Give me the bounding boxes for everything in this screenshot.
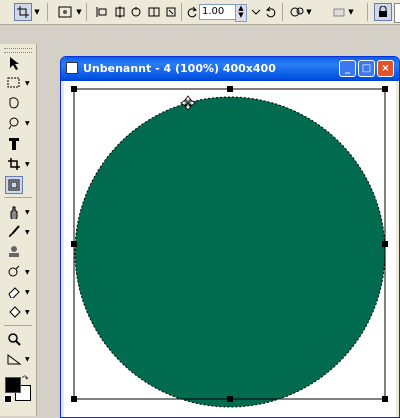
swap-colors-icon[interactable]: ↷ xyxy=(22,374,29,383)
document-icon xyxy=(66,62,78,74)
green-circle[interactable] xyxy=(74,96,386,408)
arrow-tool-icon[interactable] xyxy=(5,54,23,72)
toolbar-divider xyxy=(181,3,182,21)
rotate-right-icon[interactable] xyxy=(262,3,280,21)
options-dropdown-icon[interactable]: ▼ xyxy=(305,3,313,21)
toolbar-divider xyxy=(367,3,368,21)
handle-top xyxy=(227,86,233,92)
rotation-spinner[interactable]: ▲ ▼ xyxy=(235,4,247,22)
close-button[interactable]: × xyxy=(377,60,394,77)
brush-icon[interactable] xyxy=(5,223,23,241)
toolbox-divider xyxy=(4,197,32,198)
deform-icon[interactable] xyxy=(56,3,74,21)
crop-dropdown-icon[interactable]: ▼ xyxy=(25,162,31,168)
top-toolbar: ▼ ▼ 1.00 ▲ ▼ ▼ ▼ xyxy=(0,0,400,25)
canvas-svg xyxy=(71,86,388,408)
toolbar-divider xyxy=(86,3,87,21)
handle-right xyxy=(382,241,388,247)
deform-tool-icon[interactable] xyxy=(5,176,23,194)
dropper-dropdown-icon[interactable]: ▼ xyxy=(25,210,31,216)
selection-tool-icon[interactable] xyxy=(5,74,23,92)
lock-icon[interactable] xyxy=(374,3,392,21)
retouch-icon[interactable] xyxy=(5,263,23,281)
reset-colors-icon[interactable] xyxy=(4,395,12,403)
paint-bucket-icon[interactable] xyxy=(5,303,23,321)
align-left-icon[interactable] xyxy=(93,3,111,21)
clone-stamp-icon[interactable] xyxy=(5,243,23,261)
toolbox-divider xyxy=(4,325,32,326)
freehand-selection-icon[interactable] xyxy=(5,94,23,112)
dropper-icon[interactable] xyxy=(5,203,23,221)
document-window: Unbenannt - 4 (100%) 400x400 _ □ × xyxy=(60,56,400,418)
crop-tool-icon[interactable] xyxy=(14,3,32,21)
straighten-icon[interactable] xyxy=(5,350,23,368)
eraser-dropdown-icon[interactable]: ▼ xyxy=(25,290,31,296)
handle-top-left xyxy=(71,86,77,92)
minimize-button[interactable]: _ xyxy=(339,60,356,77)
handle-bottom xyxy=(227,396,233,402)
crop-dropdown-icon[interactable]: ▼ xyxy=(33,3,41,21)
wand-dropdown-icon[interactable]: ▼ xyxy=(25,121,31,127)
layer-dropdown-icon[interactable]: ▼ xyxy=(347,3,355,21)
retouch-dropdown-icon[interactable]: ▼ xyxy=(25,270,31,276)
magic-wand-icon[interactable] xyxy=(5,114,23,132)
maximize-button[interactable]: □ xyxy=(358,60,375,77)
rotate-icon[interactable] xyxy=(127,3,145,21)
options-icon[interactable] xyxy=(288,3,306,21)
rotation-value-input[interactable]: 1.00 xyxy=(199,4,237,20)
straighten-dropdown-icon[interactable]: ▼ xyxy=(25,357,31,363)
toolbar-overflow[interactable] xyxy=(394,3,400,23)
handle-left xyxy=(71,241,77,247)
foreground-color-swatch[interactable] xyxy=(5,377,21,393)
selection-dropdown-icon[interactable]: ▼ xyxy=(25,81,31,87)
zoom-icon[interactable] xyxy=(5,330,23,348)
layer-icon[interactable] xyxy=(330,3,348,21)
reset-icon[interactable] xyxy=(162,3,180,21)
eraser-icon[interactable] xyxy=(5,283,23,301)
handle-bottom-left xyxy=(71,396,77,402)
toolbox-grip[interactable] xyxy=(4,48,32,53)
deform-dropdown-icon[interactable]: ▼ xyxy=(75,3,83,21)
flip-icon[interactable] xyxy=(145,3,163,21)
toolbar-divider xyxy=(282,3,283,21)
toolbox: ▼ ▼ ▼ ▼ ▼ ▼ ▼ ▼ ▼ ↷ xyxy=(0,44,37,416)
toolbar-divider xyxy=(47,3,48,21)
handle-bottom-right xyxy=(382,396,388,402)
bucket-dropdown-icon[interactable]: ▼ xyxy=(25,310,31,316)
window-title: Unbenannt - 4 (100%) 400x400 xyxy=(83,62,276,75)
handle-top-right xyxy=(382,86,388,92)
text-tool-icon[interactable] xyxy=(5,135,23,153)
crop-tool-icon[interactable] xyxy=(5,155,23,173)
brush-dropdown-icon[interactable]: ▼ xyxy=(25,230,31,236)
image-canvas[interactable] xyxy=(64,81,396,417)
window-titlebar[interactable]: Unbenannt - 4 (100%) 400x400 _ □ × xyxy=(61,57,399,81)
